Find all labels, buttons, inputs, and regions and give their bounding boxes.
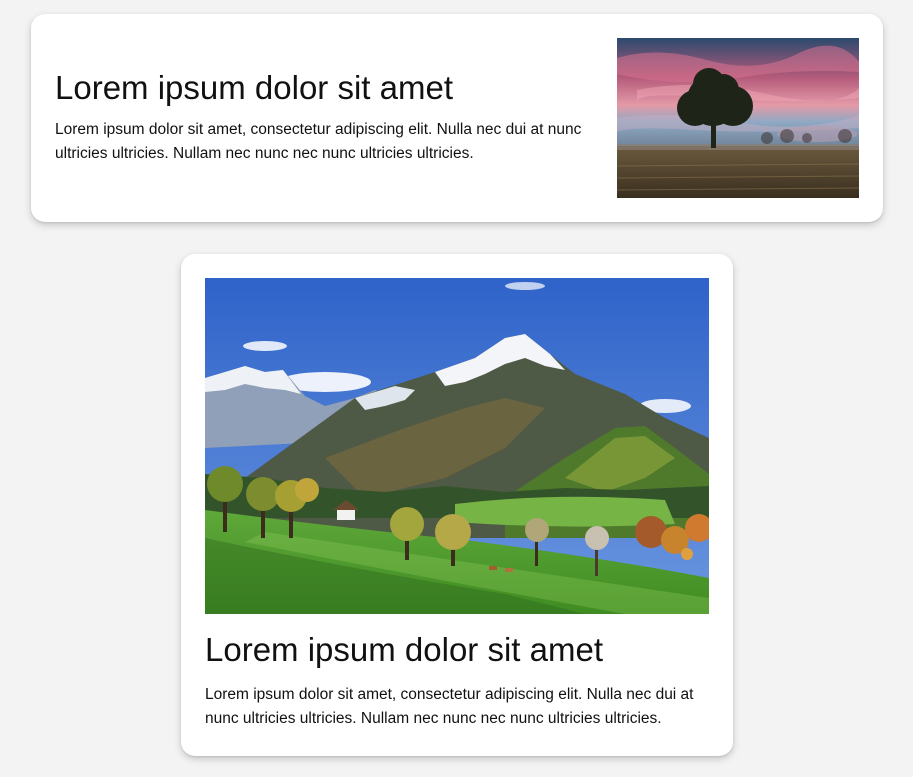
- card-text: Lorem ipsum dolor sit amet Lorem ipsum d…: [205, 630, 715, 731]
- card-title: Lorem ipsum dolor sit amet: [205, 631, 603, 668]
- card-title: Lorem ipsum dolor sit amet: [55, 69, 453, 106]
- horizontal-card: Lorem ipsum dolor sit amet Lorem ipsum d…: [31, 14, 883, 222]
- card-text: Lorem ipsum dolor sit amet Lorem ipsum d…: [55, 68, 595, 166]
- tree-sunset-image: [617, 38, 859, 198]
- vertical-card: Lorem ipsum dolor sit amet Lorem ipsum d…: [181, 254, 733, 756]
- card-description: Lorem ipsum dolor sit amet, consectetur …: [205, 686, 694, 727]
- card-description: Lorem ipsum dolor sit amet, consectetur …: [55, 121, 582, 162]
- mountain-meadow-image: [205, 278, 709, 614]
